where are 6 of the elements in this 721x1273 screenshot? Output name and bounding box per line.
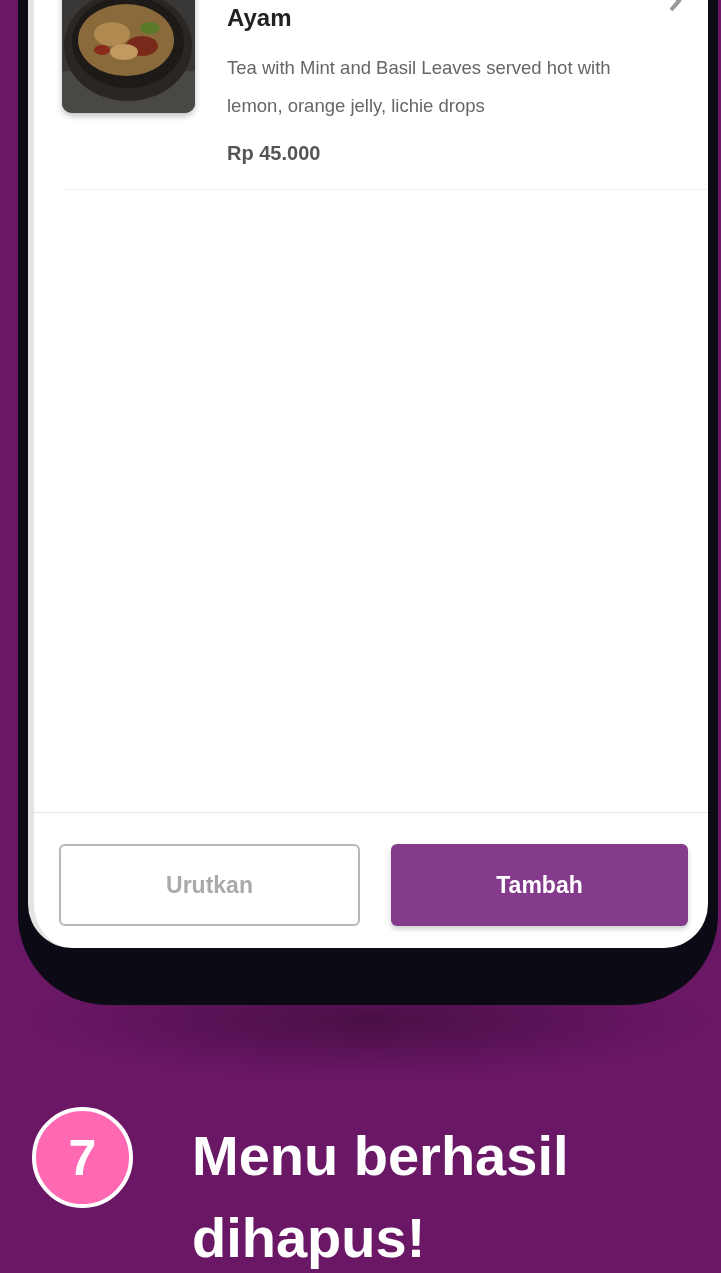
item-price: Rp 45.000 [227,141,322,166]
item-name: Ayam [227,3,292,33]
step-number: 7 [32,1107,133,1208]
item-description: Tea with Mint and Basil Leaves served hot with lemon, orange jelly, lichie drops [227,56,612,118]
step-title: Menu berhasil dihapus! [192,1123,570,1271]
add-button[interactable]: Tambah [391,844,688,926]
